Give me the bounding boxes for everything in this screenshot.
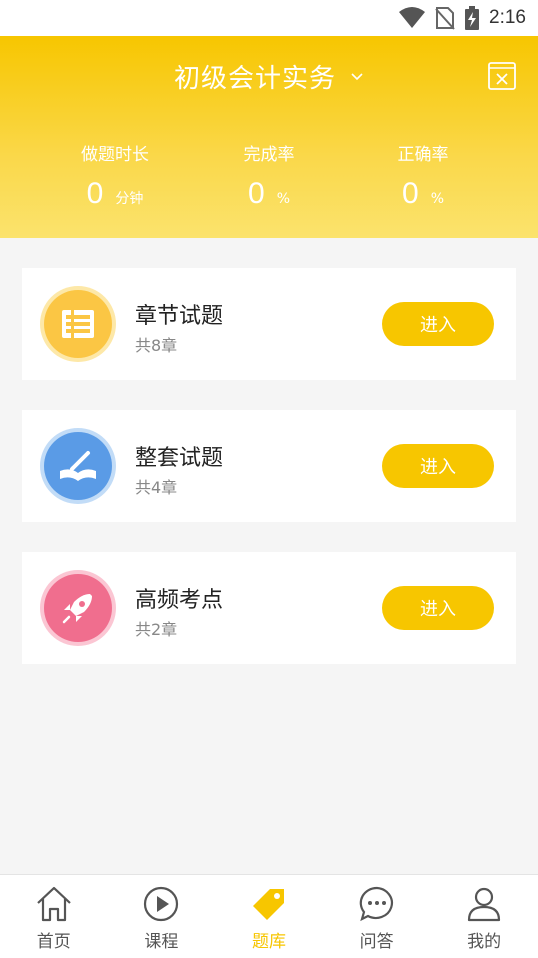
enter-full-set-button[interactable]: 进入 (382, 444, 494, 488)
card-chapter-questions: 章节试题 共8章 进入 (22, 268, 516, 380)
nav-label: 课程 (144, 932, 179, 952)
nav-item-courses[interactable]: 课程 (108, 875, 216, 958)
no-sim-icon (435, 7, 455, 30)
enter-chapter-button[interactable]: 进入 (382, 302, 494, 346)
card-title: 章节试题 (135, 304, 224, 329)
card-full-set-questions: 整套试题 共4章 进入 (22, 410, 516, 522)
home-icon (37, 886, 71, 922)
wifi-icon (399, 7, 426, 28)
card-subtitle: 共2章 (135, 620, 178, 639)
card-subtitle: 共4章 (135, 478, 178, 497)
stat-unit: 分钟 (115, 191, 144, 207)
tag-icon (252, 889, 284, 920)
stat-unit: % (430, 191, 444, 207)
stat-value: 0 (248, 177, 265, 210)
stat-label: 正确率 (397, 145, 449, 165)
chat-icon (359, 886, 393, 922)
exit-icon[interactable] (488, 60, 516, 90)
stats-row: 做题时长 0 分钟 完成率 0 % 正确率 0 % (0, 140, 538, 211)
nav-item-question-bank[interactable]: 题库 (215, 875, 323, 958)
bottom-nav: 首页 课程 题库 问答 我的 (0, 874, 538, 958)
chapter-icon (44, 290, 112, 358)
nav-item-mine[interactable]: 我的 (430, 875, 538, 958)
stat-value: 0 (86, 177, 104, 210)
stat-label: 做题时长 (81, 145, 149, 165)
nav-label: 问答 (359, 932, 394, 952)
user-icon (468, 887, 501, 922)
nav-label: 题库 (251, 932, 286, 952)
stat-duration: 做题时长 0 分钟 (40, 140, 190, 211)
nav-item-qa[interactable]: 问答 (323, 875, 431, 958)
stat-label: 完成率 (243, 145, 295, 165)
battery-charging-icon (465, 6, 480, 30)
nav-label: 首页 (36, 932, 71, 952)
enter-key-points-button[interactable]: 进入 (382, 586, 494, 630)
card-key-points: 高频考点 共2章 进入 (22, 552, 516, 664)
stat-completion: 完成率 0 % (194, 140, 344, 211)
stat-accuracy: 正确率 0 % (348, 140, 498, 211)
book-pen-icon (44, 432, 112, 500)
chevron-down-icon (351, 72, 363, 80)
nav-label: 我的 (467, 932, 502, 952)
card-title: 高频考点 (135, 588, 224, 613)
status-bar: 2:16 (0, 0, 538, 36)
play-icon (144, 886, 179, 922)
nav-item-home[interactable]: 首页 (0, 875, 108, 958)
stat-unit: % (276, 191, 290, 207)
stat-value: 0 (402, 177, 419, 210)
rocket-icon (44, 574, 112, 642)
status-time: 2:16 (489, 7, 526, 28)
card-subtitle: 共8章 (135, 336, 178, 355)
card-title: 整套试题 (135, 446, 224, 471)
subject-selector[interactable]: 初级会计实务 (0, 58, 538, 95)
subject-title: 初级会计实务 (173, 64, 336, 94)
header: 初级会计实务 做题时长 0 分钟 完成率 0 % 正确率 0 % (0, 36, 538, 238)
